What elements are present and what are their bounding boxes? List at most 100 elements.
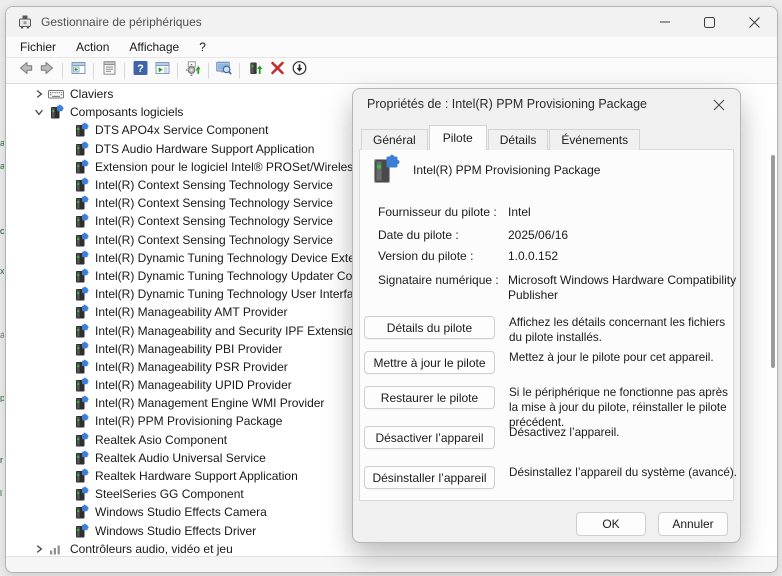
forward-icon — [39, 60, 56, 81]
disable-device-button[interactable] — [288, 60, 310, 82]
tree-item-label: Composants logiciels — [70, 105, 183, 119]
tab-evenements[interactable]: Événements — [549, 129, 640, 150]
software-icon — [72, 413, 89, 429]
tree-item-label: Realtek Audio Universal Service — [95, 451, 266, 465]
show-console-tree-button[interactable] — [67, 60, 89, 82]
field-label: Date du pilote : — [378, 228, 459, 242]
device-name: Intel(R) PPM Provisioning Package — [413, 163, 600, 177]
tree-item-label: Intel(R) Manageability UPID Provider — [95, 378, 292, 392]
close-button[interactable] — [732, 7, 777, 37]
tree-scrollbar-thumb[interactable] — [771, 155, 775, 368]
software-icon — [72, 122, 89, 138]
window-controls — [642, 7, 777, 37]
software-icon — [72, 486, 89, 502]
software-icon — [47, 104, 64, 120]
device-manager-app-icon — [17, 14, 33, 30]
tree-item-label: SteelSeries GG Component — [95, 487, 244, 501]
keyboard-icon — [47, 86, 64, 102]
tab-details[interactable]: Détails — [488, 129, 549, 150]
software-icon — [72, 504, 89, 520]
update-driver-software-button[interactable] — [244, 60, 266, 82]
status-bar — [6, 556, 777, 572]
tree-item-label: Intel(R) Context Sensing Technology Serv… — [95, 178, 333, 192]
toolbar-separator — [124, 63, 125, 79]
help-icon: ? — [132, 60, 149, 81]
software-icon — [72, 523, 89, 539]
menu-help[interactable]: ? — [189, 38, 216, 56]
tree-item-label: Contrôleurs audio, vidéo et jeu — [70, 542, 233, 556]
export-list-icon — [154, 60, 171, 81]
field-label: Fournisseur du pilote : — [378, 205, 497, 219]
field-label: Signataire numérique : — [378, 273, 499, 287]
background-artifact: c — [0, 228, 4, 235]
toolbar-separator — [177, 63, 178, 79]
background-artifact: a — [0, 140, 4, 147]
software-icon — [72, 250, 89, 266]
tree-item-label: Windows Studio Effects Camera — [95, 505, 267, 519]
menu-affichage[interactable]: Affichage — [119, 38, 189, 56]
software-component-device-icon — [367, 153, 401, 187]
ok-button[interactable]: OK — [576, 512, 646, 536]
menu-action[interactable]: Action — [66, 38, 119, 56]
software-icon — [72, 268, 89, 284]
export-list-button[interactable] — [151, 60, 173, 82]
software-icon — [72, 377, 89, 393]
action-description: Désinstallez l’appareil du système (avan… — [509, 465, 737, 480]
toolbar: ? — [6, 57, 777, 84]
help-button[interactable]: ? — [129, 60, 151, 82]
field-value: 2025/06/16 — [508, 228, 740, 243]
desinstaller-l-appareil-button[interactable]: Désinstaller l’appareil — [364, 466, 495, 489]
details-du-pilote-button[interactable]: Détails du pilote — [364, 316, 495, 339]
mettre-a-jour-le-pilote-button[interactable]: Mettre à jour le pilote — [364, 351, 495, 374]
tree-item-label: Intel(R) Dynamic Tuning Technology Devic… — [95, 251, 362, 265]
dialog-close-button[interactable] — [704, 92, 734, 118]
chevron-down-icon[interactable] — [31, 104, 47, 120]
title-bar: Gestionnaire de périphériques — [6, 7, 777, 37]
software-icon — [72, 323, 89, 339]
chevron-right-icon[interactable] — [31, 541, 47, 557]
back-button[interactable] — [14, 60, 36, 82]
forward-button[interactable] — [36, 60, 58, 82]
tree-item-label: Realtek Asio Component — [95, 433, 227, 447]
tree-item-label: Intel(R) Context Sensing Technology Serv… — [95, 233, 333, 247]
scan-hardware-changes-button[interactable] — [213, 60, 235, 82]
cancel-button[interactable]: Annuler — [658, 512, 728, 536]
software-icon — [72, 213, 89, 229]
software-icon — [72, 359, 89, 375]
tree-item-label: DTS APO4x Service Component — [95, 123, 268, 137]
properties-icon — [101, 60, 118, 81]
background-artifact: x — [0, 268, 4, 275]
svg-text:?: ? — [137, 63, 144, 75]
toolbar-separator — [62, 63, 63, 79]
properties-dialog: Propriétés de : Intel(R) PPM Provisionin… — [352, 88, 741, 543]
field-value: Microsoft Windows Hardware Compatibility… — [508, 273, 740, 303]
desactiver-l-appareil-button[interactable]: Désactiver l’appareil — [364, 426, 495, 449]
window-title: Gestionnaire de périphériques — [41, 15, 202, 29]
software-icon — [72, 450, 89, 466]
software-icon — [72, 395, 89, 411]
tab-pilote[interactable]: Pilote — [429, 125, 487, 150]
tab-general[interactable]: Général — [361, 129, 428, 150]
tree-item-label: DTS Audio Hardware Support Application — [95, 142, 314, 156]
background-artifact: l — [0, 490, 4, 497]
scan-hardware-changes-icon — [215, 60, 233, 81]
update-driver-button[interactable] — [182, 60, 204, 82]
chevron-right-icon[interactable] — [31, 86, 47, 102]
restaurer-le-pilote-button[interactable]: Restaurer le pilote — [364, 386, 495, 409]
software-icon — [72, 141, 89, 157]
tree-item-label: Extension pour le logiciel Intel® PROSet… — [95, 160, 359, 174]
menu-fichier[interactable]: Fichier — [10, 38, 66, 56]
background-artifact: r — [0, 457, 4, 464]
audio-icon — [47, 541, 64, 557]
uninstall-device-button[interactable] — [266, 60, 288, 82]
software-icon — [72, 195, 89, 211]
uninstall-device-icon — [269, 60, 286, 81]
software-icon — [72, 468, 89, 484]
tree-item-label: Intel(R) Manageability PBI Provider — [95, 342, 282, 356]
tree-item-label: Windows Studio Effects Driver — [95, 524, 256, 538]
minimize-button[interactable] — [642, 7, 687, 37]
update-driver-icon — [185, 60, 202, 81]
dialog-title: Propriétés de : Intel(R) PPM Provisionin… — [367, 89, 647, 120]
properties-button[interactable] — [98, 60, 120, 82]
maximize-button[interactable] — [687, 7, 732, 37]
